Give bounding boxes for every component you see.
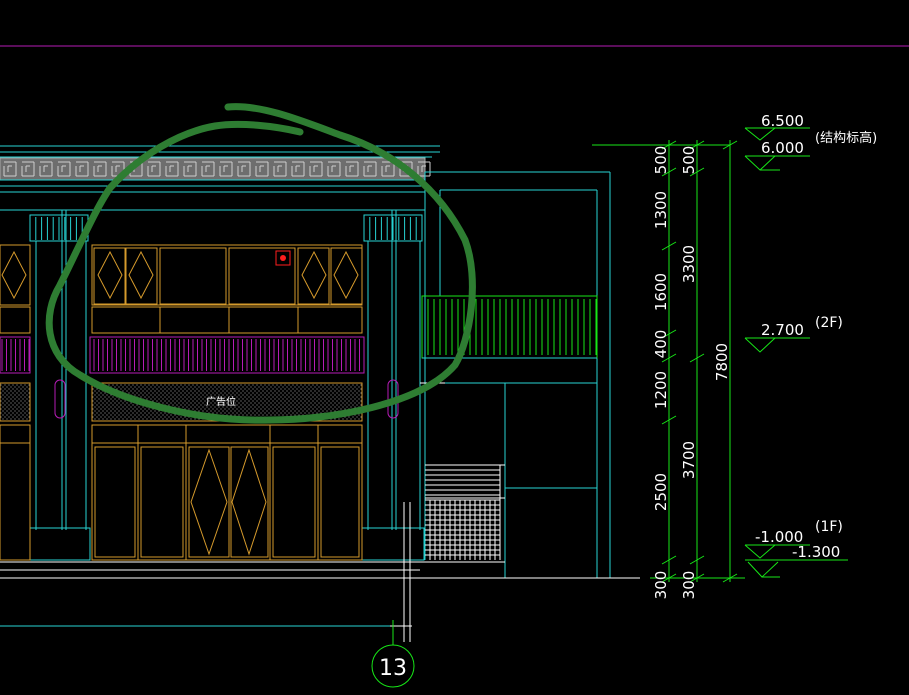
dim-inner-6: 300 bbox=[652, 571, 670, 600]
sign-text: 广告位 bbox=[206, 395, 236, 408]
dim-middle-3: 300 bbox=[680, 571, 698, 600]
dim-inner-0: 500 bbox=[652, 146, 670, 175]
elev-ground: -1.300 bbox=[792, 543, 840, 561]
elev-second-floor: 2.700 bbox=[761, 321, 804, 339]
dim-middle-2: 3700 bbox=[680, 441, 698, 479]
dim-total: 7800 bbox=[713, 343, 731, 381]
elev-roof-top: 6.500 bbox=[761, 112, 804, 130]
dim-inner-3: 400 bbox=[652, 330, 670, 359]
elev-roof-structure-note: (结构标高) bbox=[815, 130, 877, 146]
drawing-background bbox=[0, 0, 909, 695]
grid-axis-label: 13 bbox=[379, 656, 407, 681]
dim-middle-0: 500 bbox=[680, 146, 698, 175]
dim-inner-4: 1200 bbox=[652, 371, 670, 409]
dim-inner-5: 2500 bbox=[652, 473, 670, 511]
dim-inner-2: 1600 bbox=[652, 273, 670, 311]
elev-first-floor-tag: (1F) bbox=[815, 519, 843, 535]
dim-inner-1: 1300 bbox=[652, 191, 670, 229]
elev-second-floor-tag: (2F) bbox=[815, 315, 843, 331]
red-fixture-dot bbox=[280, 255, 286, 261]
elev-roof-structure: 6.000 bbox=[761, 139, 804, 157]
cad-elevation-drawing: 广告位 13 500 1300 1600 400 1200 2500 300 5… bbox=[0, 0, 909, 695]
dim-middle-1: 3300 bbox=[680, 245, 698, 283]
